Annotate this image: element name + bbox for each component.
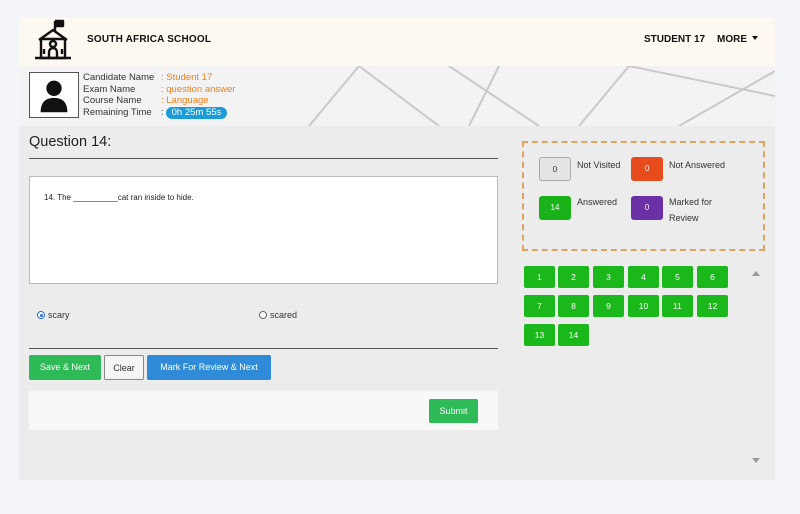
palette-question-14[interactable]: 14 (558, 324, 589, 346)
question-panel: 14. The __________cat ran inside to hide… (29, 176, 498, 284)
remaining-time-badge: 0h 25m 55s (165, 106, 228, 119)
palette-question-13[interactable]: 13 (524, 324, 555, 346)
palette-question-7[interactable]: 7 (524, 295, 555, 317)
palette-question-1[interactable]: 1 (524, 266, 555, 288)
marked-review-label: Marked for Review (669, 197, 713, 223)
palette-scrollbar[interactable] (747, 265, 765, 468)
scroll-down-arrow-icon[interactable] (752, 458, 760, 463)
course-name-value: : Language (161, 95, 209, 106)
palette-question-10[interactable]: 10 (628, 295, 659, 317)
more-label: MORE (717, 34, 747, 45)
exam-name-value: : question answer (161, 83, 236, 95)
top-navbar: SOUTH AFRICA SCHOOL STUDENT 17 MORE (19, 17, 775, 66)
palette-question-3[interactable]: 3 (593, 266, 624, 288)
palette-question-9[interactable]: 9 (593, 295, 624, 317)
divider (29, 348, 498, 349)
candidate-details: Candidate Name : Student 17 Exam Name : qu… (83, 72, 236, 119)
palette-question-8[interactable]: 8 (558, 295, 589, 317)
caret-down-icon (752, 36, 758, 40)
not-visited-badge: 0 (539, 157, 571, 181)
divider (29, 158, 498, 159)
exam-window: SOUTH AFRICA SCHOOL STUDENT 17 MORE Cand… (19, 17, 775, 480)
marked-review-badge: 0 (631, 196, 663, 220)
palette-question-6[interactable]: 6 (697, 266, 728, 288)
user-silhouette-icon (29, 72, 79, 118)
remaining-time-label: Remaining Time (83, 106, 152, 118)
option-label: scared (270, 310, 298, 320)
radio-selected[interactable] (37, 311, 45, 319)
palette-question-12[interactable]: 12 (697, 295, 728, 317)
more-menu-button[interactable]: MORE (717, 34, 758, 45)
question-palette: 1 2 3 4 5 6 7 8 9 10 11 12 13 14 (520, 265, 766, 468)
exam-name-label: Exam Name (83, 83, 136, 95)
not-answered-label: Not Answered (669, 160, 726, 170)
candidate-name-label: Candidate Name (83, 72, 155, 83)
palette-question-4[interactable]: 4 (628, 266, 659, 288)
submit-button[interactable]: Submit (429, 399, 478, 423)
candidate-name-value: : Student 17 (161, 72, 213, 83)
palette-question-11[interactable]: 11 (662, 295, 693, 317)
option-scary[interactable]: scary (37, 310, 70, 320)
radio-unselected[interactable] (259, 311, 267, 319)
user-name-link[interactable]: STUDENT 17 (644, 34, 705, 45)
question-text: 14. The __________cat ran inside to hide… (44, 193, 194, 202)
option-label: scary (48, 310, 70, 320)
not-answered-badge: 0 (631, 157, 663, 181)
option-scared[interactable]: scared (259, 310, 297, 320)
mark-review-next-button[interactable]: Mark For Review & Next (147, 355, 271, 380)
submit-bar (29, 391, 498, 430)
answered-badge: 14 (539, 196, 571, 220)
course-name-label: Course Name (83, 95, 142, 106)
school-name: SOUTH AFRICA SCHOOL (87, 34, 212, 45)
school-building-icon (35, 19, 71, 60)
remaining-time-separator: : (161, 106, 164, 118)
palette-question-2[interactable]: 2 (558, 266, 589, 288)
save-next-button[interactable]: Save & Next (29, 355, 101, 380)
candidate-info-strip: Candidate Name : Student 17 Exam Name : qu… (19, 66, 775, 126)
status-legend: 0 Not Visited 0 Not Answered 14 Answered… (522, 141, 765, 251)
question-title: Question 14: (29, 134, 112, 150)
clear-button[interactable]: Clear (104, 355, 144, 380)
answered-label: Answered (577, 197, 618, 207)
scroll-up-arrow-icon[interactable] (752, 271, 760, 276)
not-visited-label: Not Visited (577, 160, 621, 170)
palette-question-5[interactable]: 5 (662, 266, 693, 288)
